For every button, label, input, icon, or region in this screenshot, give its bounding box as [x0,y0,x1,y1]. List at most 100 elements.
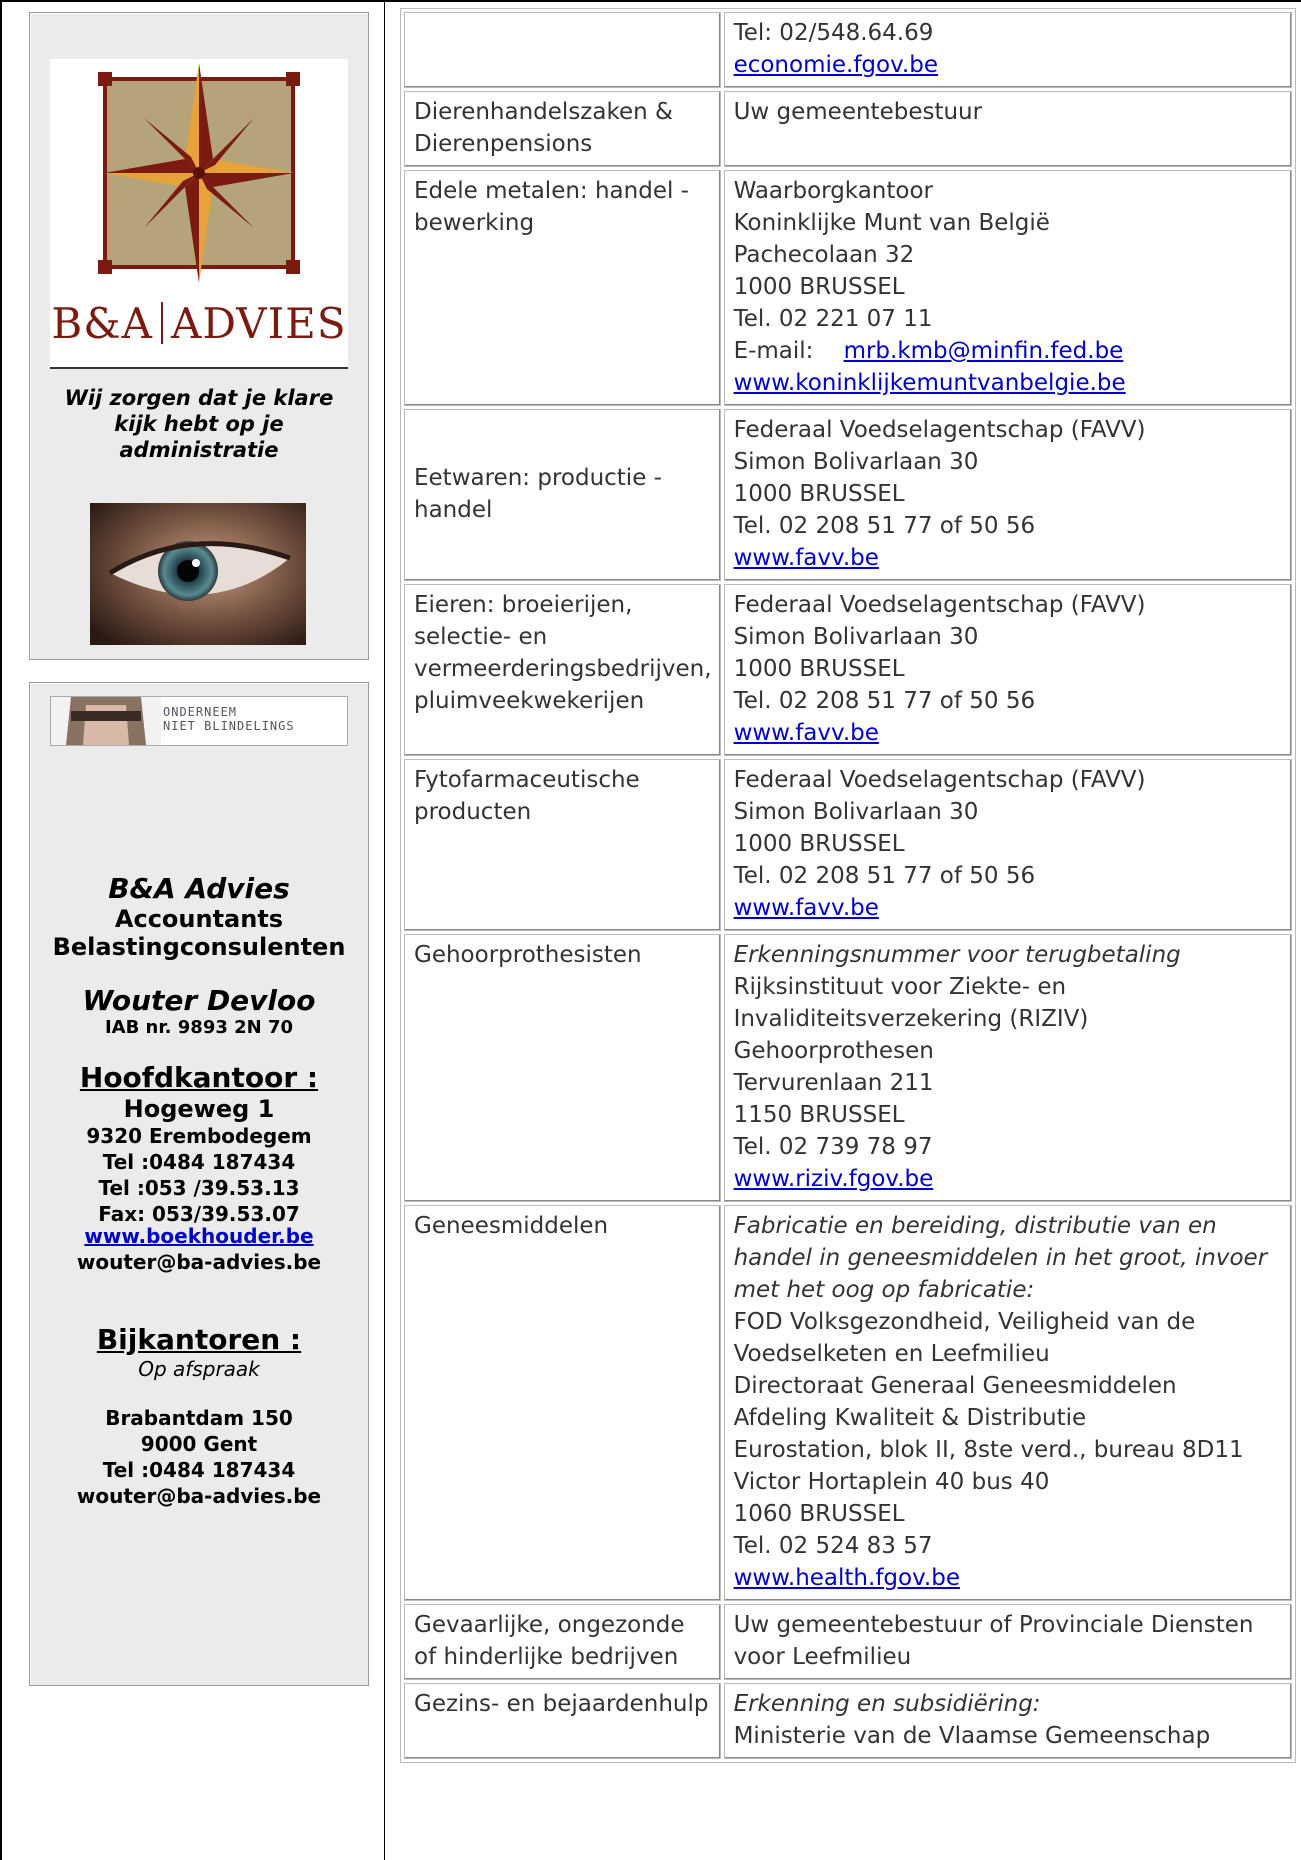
eye-photo [90,503,306,645]
authority-note: Fabricatie en bereiding, distributie van… [733,1213,1268,1303]
branches-note: Op afspraak [138,1357,260,1381]
hq-phone-2: Tel :053 /39.53.13 [98,1176,300,1200]
authority-line: Directoraat Generaal Geneesmiddelen [733,1373,1177,1399]
category-cell: Dierenhandelszaken & Dierenpensions [404,91,721,167]
compass-rose-icon [98,63,300,283]
logo-wordmark-right: ADVIES [170,299,347,348]
banner-text: ONDERNEEM NIET BLINDELINGS [163,705,295,733]
authority-line: Simon Bolivarlaan 30 [733,449,979,475]
branches-heading: Bijkantoren : [96,1323,302,1356]
authority-line: 1000 BRUSSEL [733,274,905,300]
category-cell: Gezins- en bejaardenhulp [404,1683,721,1759]
authority-cell: Uw gemeentebestuur [723,91,1292,167]
authority-cell: Federaal Voedselagentschap (FAVV) Simon B… [723,584,1292,756]
table-row: Geneesmiddelen Fabricatie en bereiding, d… [404,1205,1292,1601]
authority-note: Erkenning en subsidiëring: [733,1691,1041,1717]
website-link[interactable]: www.favv.be [734,545,879,571]
company-logo: B&A ADVIES [50,59,348,367]
authority-line: 1150 BRUSSEL [733,1102,905,1128]
website-link[interactable]: economie.fgov.be [734,52,938,78]
hq-phone-1: Tel :0484 187434 [102,1150,296,1174]
permits-table: Tel: 02/548.64.69 economie.fgov.be Dierenh… [400,8,1296,1763]
table-row: Eetwaren: productie - handel Federaal Voe… [404,409,1292,581]
logo-divider [50,367,348,369]
authority-line: Tel: 02/548.64.69 [733,20,934,46]
email-line: E-mail: mrb.kmb@minfin.fed.be [734,335,1283,367]
authority-cell: Tel: 02/548.64.69 economie.fgov.be [723,12,1292,88]
banner-line-1: ONDERNEEM [163,705,238,719]
table-row: Gezins- en bejaardenhulp Erkenning en sub… [404,1683,1292,1759]
website-link[interactable]: www.boekhouder.be [84,1224,313,1248]
logo-wordmark-left: B&A [51,299,153,348]
authority-cell: Waarborgkantoor Koninklijke Munt van Belg… [723,170,1292,406]
contact-panel: ONDERNEEM NIET BLINDELINGS B&A Advies Ac… [29,682,369,1686]
company-block: B&A Advies Accountants Belastingconsulen… [30,872,368,962]
authority-cell: Erkenningsnummer voor terugbetaling Rijks… [723,934,1292,1202]
table-row: Gevaarlijke, ongezonde of hinderlijke be… [404,1604,1292,1680]
authority-cell: Fabricatie en bereiding, distributie van… [723,1205,1292,1601]
person-block: Wouter Devloo IAB nr. 9893 2N 70 [30,985,368,1039]
company-name: B&A Advies [108,872,290,905]
branch-street: Brabantdam 150 [105,1406,293,1430]
table-row: Tel: 02/548.64.69 economie.fgov.be [404,12,1292,88]
tagline: Wij zorgen dat je klare kijk hebt op je … [64,386,334,462]
authority-line: Ministerie van de Vlaamse Gemeenschap [733,1723,1211,1749]
website-link[interactable]: www.koninklijkemuntvanbelgie.be [734,370,1126,396]
authority-line: Simon Bolivarlaan 30 [733,624,979,650]
headquarters-block: Hoofdkantoor : Hogeweg 1 9320 Erembodege… [30,1061,368,1227]
authority-line: Tel. 02 221 07 11 [733,306,933,332]
authority-line: Pachecolaan 32 [733,242,915,268]
authority-cell: Uw gemeentebestuur of Provinciale Dienst… [723,1604,1292,1680]
authority-line: 1000 BRUSSEL [733,831,905,857]
authority-line: Victor Hortaplein 40 bus 40 [733,1469,1050,1495]
category-cell: Eetwaren: productie - handel [404,409,721,581]
sidebar: B&A ADVIES Wij zorgen dat je klare kijk h… [2,2,385,1860]
table-row: Edele metalen: handel - bewerking Waarbor… [404,170,1292,406]
category-cell: Gevaarlijke, ongezonde of hinderlijke be… [404,1604,721,1680]
branch-phone: Tel :0484 187434 [102,1458,296,1482]
website-link[interactable]: www.favv.be [734,895,879,921]
authority-line: Tel. 02 739 78 97 [733,1134,933,1160]
authority-line: Simon Bolivarlaan 30 [733,799,979,825]
website-link[interactable]: www.health.fgov.be [734,1565,960,1591]
company-role-consultants: Belastingconsulenten [52,933,346,961]
authority-line: 1000 BRUSSEL [733,656,905,682]
authority-line: Tel. 02 208 51 77 of 50 56 [733,513,1036,539]
branch-city: 9000 Gent [140,1432,258,1456]
website-link[interactable]: www.riziv.fgov.be [734,1166,934,1192]
authority-line: Federaal Voedselagentschap (FAVV) [733,417,1146,443]
authority-cell: Erkenning en subsidiëring: Ministerie van… [723,1683,1292,1759]
email-branch: wouter@ba-advies.be [76,1484,322,1508]
authority-line: Uw gemeentebestuur of Provinciale Dienst… [733,1612,1254,1670]
table-row: Fytofarmaceutische producten Federaal Voe… [404,759,1292,931]
company-role-accountants: Accountants [114,905,284,933]
authority-line: FOD Volksgezondheid, Veiligheid van de V… [733,1309,1196,1367]
web-block: www.boekhouder.be wouter@ba-advies.be [30,1223,368,1275]
authority-line: Uw gemeentebestuur [733,99,983,125]
hq-street: Hogeweg 1 [123,1095,275,1123]
website-link[interactable]: www.favv.be [734,720,879,746]
category-cell: Eieren: broeierijen, selectie- en vermee… [404,584,721,756]
hq-heading: Hoofdkantoor : [79,1061,319,1094]
table-row: Dierenhandelszaken & Dierenpensions Uw ge… [404,91,1292,167]
branches-block: Bijkantoren : Op afspraak Brabantdam 150… [30,1323,368,1509]
banner-ad[interactable]: ONDERNEEM NIET BLINDELINGS [50,696,348,746]
authority-line: Afdeling Kwaliteit & Distributie [733,1405,1087,1431]
hq-city: 9320 Erembodegem [86,1124,312,1148]
authority-line: Tervurenlaan 211 [733,1070,934,1096]
logo-panel: B&A ADVIES Wij zorgen dat je klare kijk h… [29,12,369,660]
category-cell: Gehoorprothesisten [404,934,721,1202]
authority-line: Tel. 02 208 51 77 of 50 56 [733,863,1036,889]
person-name: Wouter Devloo [82,984,316,1017]
email-link[interactable]: mrb.kmb@minfin.fed.be [844,338,1124,364]
category-cell [404,12,721,88]
authority-line: Waarborgkantoor [733,178,934,204]
banner-line-2: NIET BLINDELINGS [163,719,295,733]
banner-face-image [51,697,161,745]
authority-line: Tel. 02 208 51 77 of 50 56 [733,688,1036,714]
authority-line: Gehoorprothesen [733,1038,934,1064]
authority-line: Federaal Voedselagentschap (FAVV) [733,767,1146,793]
iab-number: IAB nr. 9893 2N 70 [104,1017,294,1038]
table-row: Gehoorprothesisten Erkenningsnummer voor … [404,934,1292,1202]
category-cell: Geneesmiddelen [404,1205,721,1601]
